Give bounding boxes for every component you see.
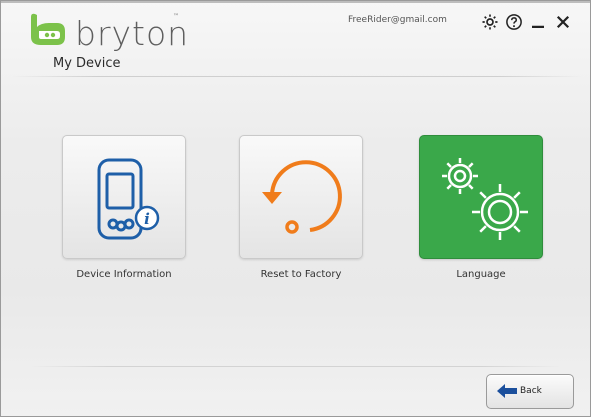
reset-icon — [262, 160, 342, 234]
close-button[interactable] — [552, 11, 574, 33]
back-button[interactable]: Back — [486, 374, 574, 409]
minimize-icon — [532, 25, 544, 28]
help-icon — [506, 14, 522, 30]
user-email: FreeRider@gmail.com — [348, 15, 447, 25]
language-tile[interactable] — [419, 135, 543, 259]
logo-text: bryton — [75, 13, 190, 53]
settings-button[interactable] — [479, 11, 501, 33]
logo-trademark: ™ — [173, 13, 179, 20]
app-window: bryton ™ My Device FreeRider@gmail.com i… — [0, 0, 591, 417]
gears-icon — [442, 158, 528, 240]
arrow-left-icon — [497, 384, 517, 398]
device-information-tile[interactable]: i — [62, 135, 186, 259]
gear-icon — [482, 14, 498, 30]
page-title: My Device — [53, 56, 121, 71]
device-information-label: Device Information — [76, 269, 172, 280]
minimize-button[interactable] — [527, 11, 549, 33]
bryton-logo-mark-icon — [31, 13, 65, 46]
window-top-border — [1, 1, 590, 3]
reset-to-factory-tile[interactable] — [239, 135, 363, 259]
svg-text:i: i — [144, 210, 150, 228]
header-divider — [11, 76, 583, 77]
help-button[interactable] — [503, 11, 525, 33]
bryton-logo: bryton — [27, 11, 190, 53]
footer-divider — [31, 366, 561, 367]
device-info-icon: i — [97, 158, 160, 240]
language-label: Language — [456, 269, 506, 280]
close-icon — [556, 15, 570, 29]
back-button-label: Back — [520, 386, 542, 396]
reset-to-factory-label: Reset to Factory — [260, 269, 342, 280]
